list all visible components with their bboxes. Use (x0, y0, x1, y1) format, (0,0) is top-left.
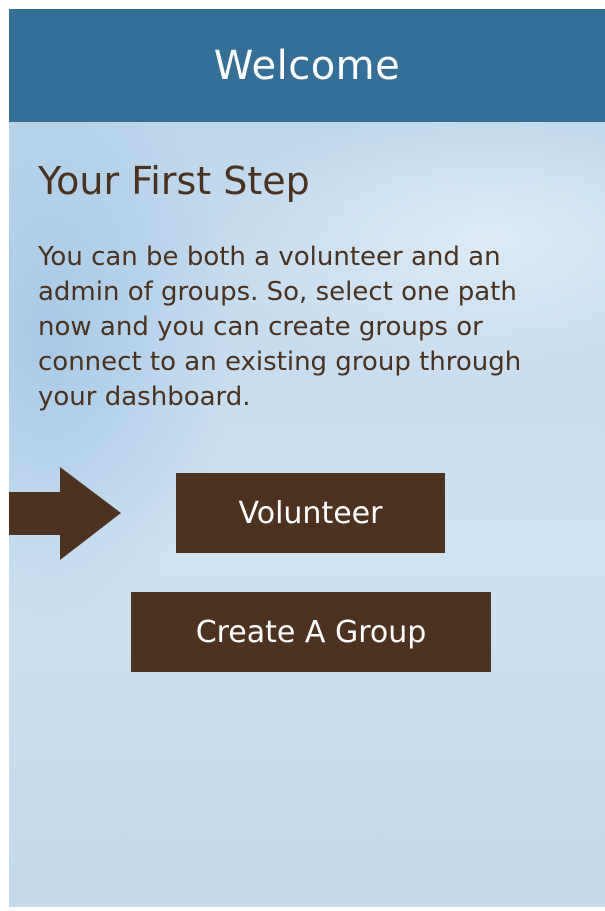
arrow-right-icon (9, 467, 121, 560)
volunteer-button[interactable]: Volunteer (176, 473, 445, 553)
step-heading: Your First Step (38, 159, 310, 203)
page-title: Welcome (213, 42, 401, 89)
intro-paragraph: You can be both a volunteer and an admin… (38, 242, 522, 412)
create-group-button[interactable]: Create A Group (131, 592, 491, 672)
welcome-screen: Welcome Your First Step You can be both … (9, 9, 605, 907)
header-bar: Welcome (9, 9, 605, 122)
